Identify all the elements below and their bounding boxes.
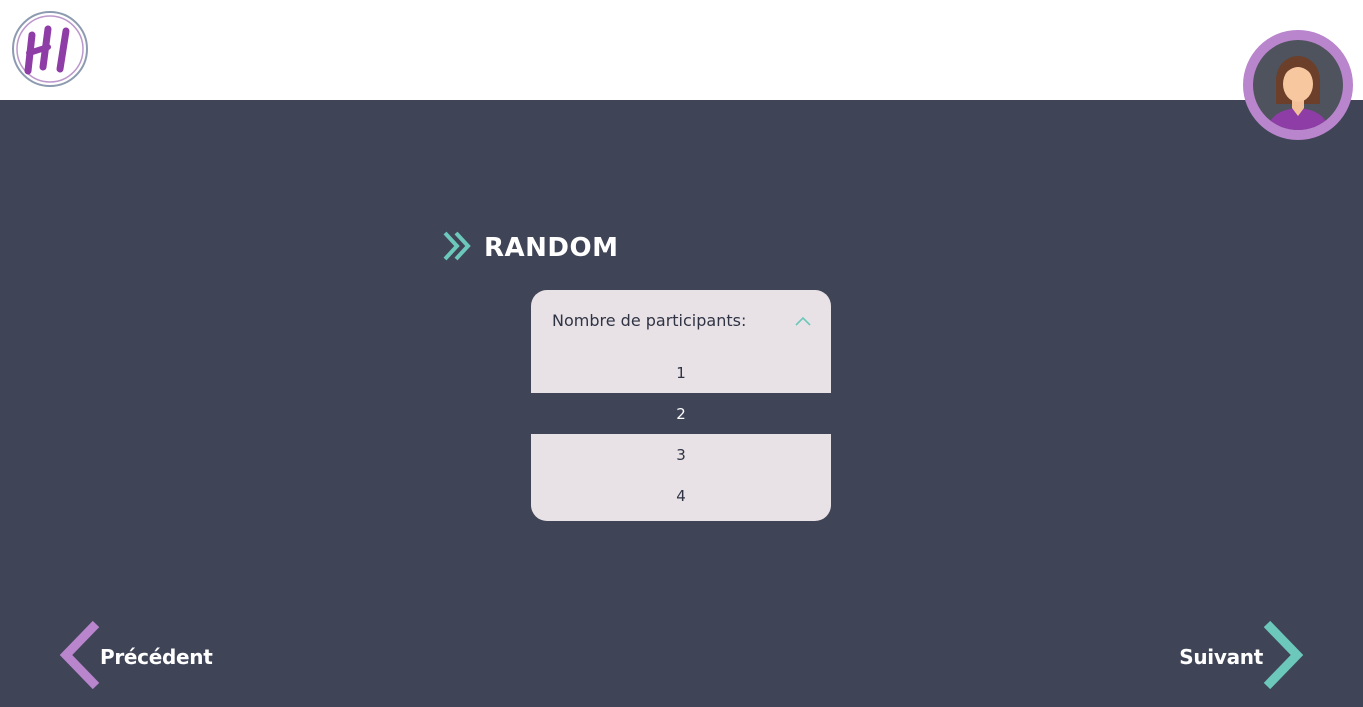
double-chevron-right-icon <box>442 230 474 266</box>
previous-button[interactable]: Précédent <box>58 620 213 694</box>
dropdown-option-1[interactable]: 1 <box>531 352 831 393</box>
next-button[interactable]: Suivant <box>1179 620 1305 694</box>
dropdown-label: Nombre de participants: <box>552 310 747 330</box>
previous-label: Précédent <box>100 645 213 669</box>
dropdown-header[interactable]: Nombre de participants: <box>531 290 831 350</box>
user-avatar-icon[interactable] <box>1243 30 1353 140</box>
participants-dropdown[interactable]: Nombre de participants: 1 2 3 4 <box>531 290 831 521</box>
dropdown-option-4[interactable]: 4 <box>531 475 831 516</box>
chevron-right-icon <box>1261 620 1305 694</box>
dropdown-option-3[interactable]: 3 <box>531 434 831 475</box>
next-label: Suivant <box>1179 645 1263 669</box>
chevron-left-icon <box>58 620 102 694</box>
section-header: RANDOM <box>442 230 618 266</box>
hi-logo-icon[interactable] <box>10 9 90 89</box>
top-bar <box>0 0 1363 100</box>
chevron-up-icon[interactable] <box>795 312 811 326</box>
section-title: RANDOM <box>484 233 619 263</box>
dropdown-option-2[interactable]: 2 <box>531 393 831 434</box>
